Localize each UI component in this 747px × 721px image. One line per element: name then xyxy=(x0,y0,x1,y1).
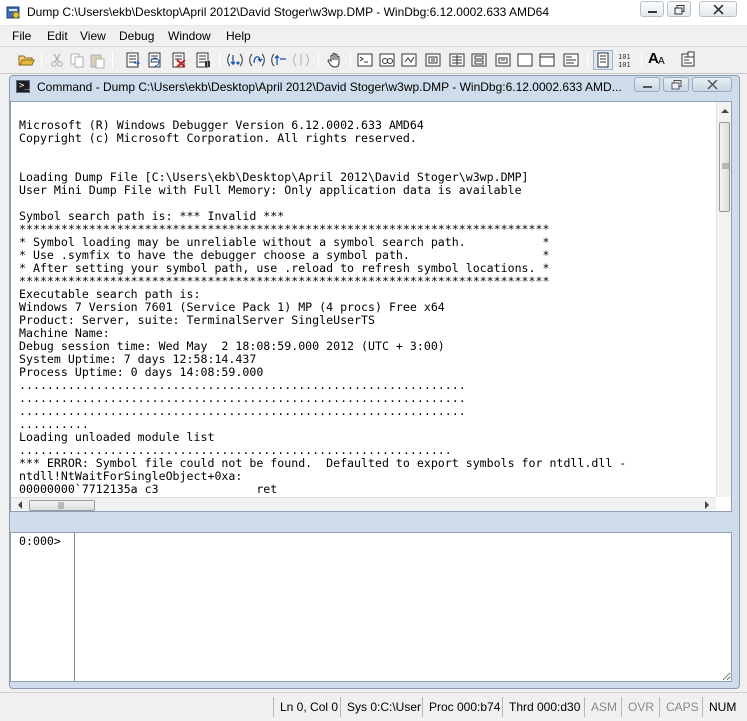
menu-view[interactable]: View xyxy=(80,29,106,43)
close-icon xyxy=(713,5,724,15)
grip-icon xyxy=(722,163,729,169)
menu-debug[interactable]: Debug xyxy=(119,29,154,43)
output-line: Product: Server, suite: TerminalServer S… xyxy=(19,313,375,327)
command-output-pane[interactable]: Microsoft (R) Windows Debugger Version 6… xyxy=(10,101,732,512)
minimize-icon xyxy=(643,86,652,88)
menu-window[interactable]: Window xyxy=(168,29,211,43)
hand-icon[interactable] xyxy=(326,51,344,69)
text-window-icon[interactable] xyxy=(562,51,580,69)
close-icon xyxy=(707,80,718,90)
toolbar-separator xyxy=(112,51,113,69)
child-minimize-button[interactable] xyxy=(634,77,660,92)
status-process: Proc 000:b74 xyxy=(422,697,502,717)
scroll-left-icon[interactable] xyxy=(16,501,24,509)
command-input[interactable] xyxy=(74,533,731,681)
restore-icon xyxy=(671,80,682,90)
scroll-right-icon[interactable] xyxy=(703,501,711,509)
toolbar-separator xyxy=(318,51,319,69)
menu-help[interactable]: Help xyxy=(226,29,251,43)
output-line: ........................................… xyxy=(19,404,466,418)
maximize-button[interactable] xyxy=(667,1,691,17)
toolbar-separator xyxy=(219,51,220,69)
step-out-icon[interactable] xyxy=(270,51,288,69)
status-thread: Thrd 000:d30 xyxy=(502,697,584,717)
run-to-cursor-icon[interactable] xyxy=(292,51,310,69)
output-line: 00000000`7712135a c3 ret xyxy=(19,482,278,496)
close-button[interactable] xyxy=(699,1,737,17)
output-horizontal-scrollbar[interactable] xyxy=(11,497,716,511)
status-bar: Ln 0, Col 0 Sys 0:C:\User Proc 000:b74 T… xyxy=(0,692,747,721)
command-output-text: Microsoft (R) Windows Debugger Version 6… xyxy=(19,119,715,510)
status-system: Sys 0:C:\User xyxy=(340,697,422,717)
font-icon[interactable]: A A xyxy=(647,50,665,69)
window-title: Dump C:\Users\ekb\Desktop\April 2012\Dav… xyxy=(27,5,550,19)
scratch-pad-icon[interactable] xyxy=(516,51,534,69)
step-into-icon[interactable] xyxy=(226,51,244,69)
cut-icon[interactable] xyxy=(48,51,66,69)
locals-icon[interactable] xyxy=(400,51,418,69)
command-prompt-icon: >_ xyxy=(16,80,30,93)
output-vertical-scroll-thumb[interactable] xyxy=(719,122,730,212)
step-over-icon[interactable] xyxy=(248,51,266,69)
options-icon[interactable] xyxy=(679,51,697,69)
registers-icon[interactable] xyxy=(424,51,442,69)
open-icon[interactable] xyxy=(17,51,35,69)
menu-file[interactable]: File xyxy=(12,29,31,43)
svg-text:101: 101 xyxy=(618,53,631,61)
output-horizontal-scroll-thumb[interactable] xyxy=(29,500,95,511)
grip-icon xyxy=(58,502,64,509)
windbg-app-icon xyxy=(6,5,21,20)
toolbar-separator xyxy=(641,51,642,69)
command-prompt: 0:000> xyxy=(19,534,61,548)
status-position: Ln 0, Col 0 xyxy=(273,697,340,717)
window-title-bar: Dump C:\Users\ekb\Desktop\April 2012\Dav… xyxy=(0,0,747,26)
svg-text:101: 101 xyxy=(618,61,631,69)
minimize-button[interactable] xyxy=(640,1,664,17)
disassembly-icon[interactable] xyxy=(494,51,512,69)
toolbar-separator xyxy=(350,51,351,69)
restart-icon[interactable] xyxy=(146,51,164,69)
command-window-icon[interactable] xyxy=(356,51,374,69)
menu-bar: File Edit View Debug Window Help xyxy=(0,26,747,47)
child-maximize-button[interactable] xyxy=(663,77,689,92)
copy-icon[interactable] xyxy=(68,51,86,69)
source-window-icon[interactable] xyxy=(538,51,556,69)
output-line: User Mini Dump File with Full Memory: On… xyxy=(19,183,522,197)
break-icon[interactable] xyxy=(194,51,212,69)
hex-mode-icon[interactable]: 101 101 xyxy=(617,51,635,69)
paste-icon[interactable] xyxy=(88,51,106,69)
child-close-button[interactable] xyxy=(692,77,732,92)
call-stack-icon[interactable] xyxy=(470,51,488,69)
toolbar: 101 101 A A xyxy=(0,47,747,74)
status-num: NUM xyxy=(702,697,747,717)
source-mode-icon[interactable] xyxy=(593,50,613,70)
memory-icon[interactable] xyxy=(448,51,466,69)
output-line: Copyright (c) Microsoft Corporation. All… xyxy=(19,131,417,145)
toolbar-separator xyxy=(587,51,588,69)
toolbar-separator xyxy=(41,51,42,69)
status-caps: CAPS xyxy=(659,697,702,717)
font-icon-small-label: A xyxy=(658,56,665,67)
scroll-up-icon[interactable] xyxy=(721,107,729,115)
command-input-area: 0:000> xyxy=(10,532,732,682)
status-ovr: OVR xyxy=(621,697,659,717)
minimize-icon xyxy=(648,11,657,13)
menu-edit[interactable]: Edit xyxy=(47,29,68,43)
command-window-title: Command - Dump C:\Users\ekb\Desktop\Apri… xyxy=(37,80,622,94)
status-asm: ASM xyxy=(584,697,621,717)
restore-icon xyxy=(674,5,685,15)
watch-icon[interactable] xyxy=(378,51,396,69)
command-window-title-bar[interactable]: >_ Command - Dump C:\Users\ekb\Desktop\A… xyxy=(10,76,739,98)
go-icon[interactable] xyxy=(124,51,142,69)
output-vertical-scrollbar[interactable] xyxy=(716,102,731,497)
pane-splitter[interactable] xyxy=(10,512,732,532)
stop-debugging-icon[interactable] xyxy=(170,51,188,69)
